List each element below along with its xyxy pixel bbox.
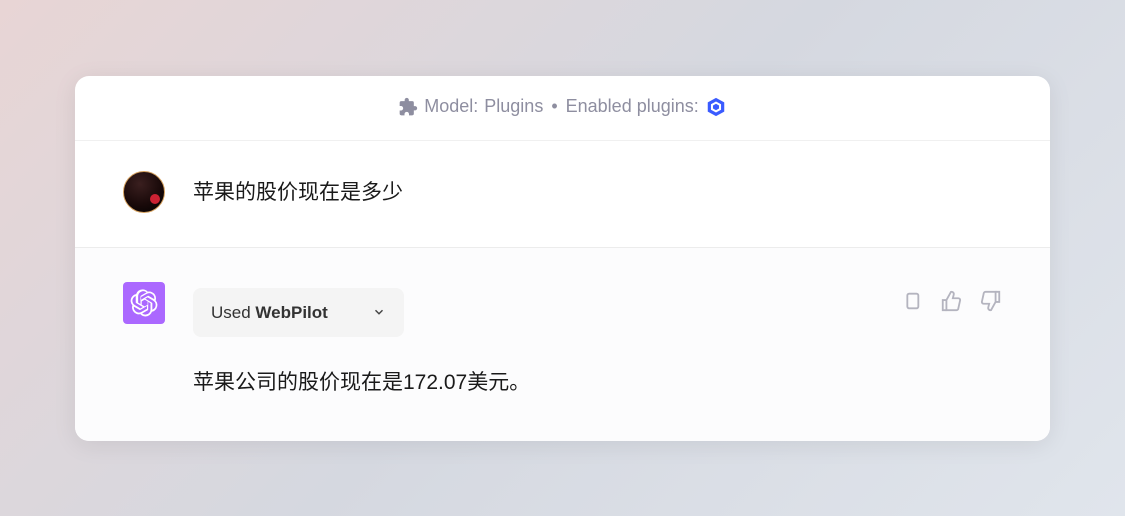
- enabled-plugins-label: Enabled plugins:: [566, 96, 699, 117]
- puzzle-icon: [398, 97, 418, 117]
- thumbs-up-icon[interactable]: [940, 290, 962, 312]
- model-prefix-label: Model:: [424, 96, 478, 117]
- model-value: Plugins: [484, 96, 543, 117]
- separator-dot: •: [551, 96, 557, 117]
- copy-icon[interactable]: [900, 290, 922, 312]
- user-message-text: 苹果的股价现在是多少: [193, 171, 1002, 209]
- user-avatar: [123, 171, 165, 213]
- assistant-answer-text: 苹果公司的股价现在是172.07美元。: [193, 367, 872, 399]
- plugin-used-prefix: Used: [211, 303, 251, 322]
- user-message-row: 苹果的股价现在是多少: [75, 141, 1050, 248]
- message-actions: [900, 282, 1002, 312]
- plugin-hex-icon[interactable]: [705, 96, 727, 118]
- assistant-message-body: Used WebPilot 苹果公司的股价现在是172.07美元。: [193, 282, 872, 399]
- model-header: Model: Plugins • Enabled plugins:: [75, 76, 1050, 141]
- assistant-avatar: [123, 282, 165, 324]
- chat-card: Model: Plugins • Enabled plugins: 苹果的股价现…: [75, 76, 1050, 441]
- plugin-used-name: WebPilot: [255, 303, 327, 322]
- chevron-down-icon: [372, 305, 386, 319]
- plugin-used-chip[interactable]: Used WebPilot: [193, 288, 404, 338]
- thumbs-down-icon[interactable]: [980, 290, 1002, 312]
- assistant-message-row: Used WebPilot 苹果公司的股价现在是172.07美元。: [75, 248, 1050, 441]
